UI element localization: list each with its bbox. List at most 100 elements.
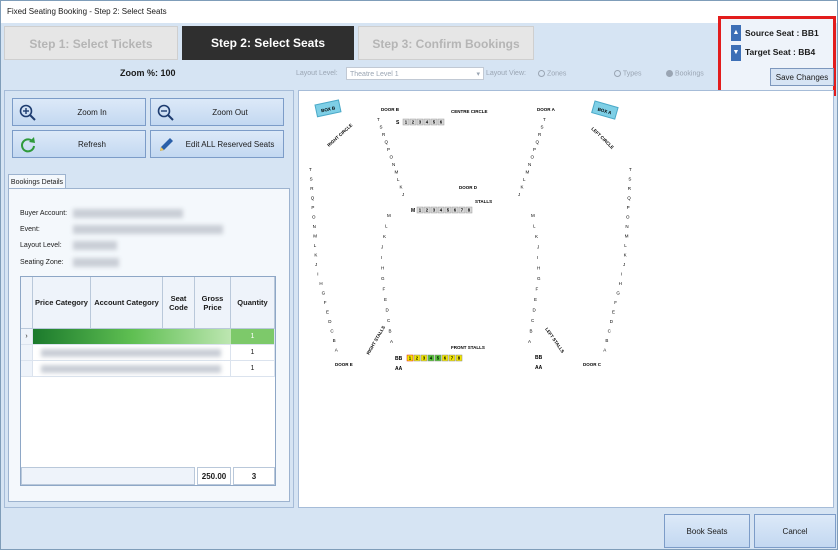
edit-reserved-seats-button[interactable]: Edit ALL Reserved Seats [150, 130, 284, 158]
row-letter: Q [311, 196, 315, 201]
layout-level-select[interactable]: Theatre Level 1 ▾ [346, 67, 484, 80]
row-letter: J [623, 262, 625, 267]
row-letter: L [523, 177, 526, 182]
row-letter: Q [536, 140, 540, 145]
table-cell-quantity[interactable]: 1 [231, 361, 275, 377]
row-letter: L [624, 243, 627, 248]
zoom-out-label: Zoom Out [212, 108, 248, 117]
tab-step-1[interactable]: Step 1: Select Tickets [4, 26, 178, 60]
zoom-out-button[interactable]: Zoom Out [150, 98, 284, 126]
view-option-zones[interactable]: Zones [538, 70, 566, 77]
col-quantity[interactable]: Quantity [231, 277, 275, 329]
col-seat-code[interactable]: Seat Code [163, 277, 195, 329]
row-letter: N [528, 162, 531, 167]
buyer-account-label: Buyer Account: [20, 210, 68, 217]
cancel-button[interactable]: Cancel [754, 514, 836, 548]
row-letter: K [535, 234, 538, 239]
row-letter: G [616, 291, 620, 296]
box-a[interactable]: BOX A [591, 100, 619, 120]
row-letter: E [384, 297, 387, 302]
door-a-label: DOOR A [537, 107, 556, 112]
row-letter: L [533, 224, 536, 229]
row-letter: M [313, 234, 317, 239]
zoom-in-button[interactable]: Zoom In [12, 98, 146, 126]
refresh-button[interactable]: Refresh [12, 130, 146, 158]
target-seat-label: Target Seat : BB4 [745, 47, 816, 57]
row-letter: T [629, 167, 632, 172]
row-letter: O [390, 155, 394, 160]
row-letter: J [402, 192, 404, 197]
row-letter: O [531, 155, 535, 160]
row-letter: F [383, 287, 386, 292]
row-letter: B [605, 338, 608, 343]
refresh-label: Refresh [77, 140, 106, 149]
book-seats-button[interactable]: Book Seats [664, 514, 750, 548]
row-letter: H [619, 281, 622, 286]
row-selector-icon[interactable]: › [21, 329, 33, 345]
col-account-category[interactable]: Account Category [91, 277, 163, 329]
table-row-selected[interactable] [33, 329, 231, 345]
total-price: 250.00 [197, 467, 231, 485]
table-footer [21, 467, 195, 485]
col-price-category[interactable]: Price Category [33, 277, 91, 329]
door-e-label: DOOR E [335, 362, 353, 367]
source-seat-label: Source Seat : BB1 [745, 28, 819, 38]
row-letter: M [526, 170, 530, 175]
row-selector[interactable] [21, 345, 33, 361]
table-cell-quantity[interactable]: 1 [231, 329, 275, 345]
table-row[interactable] [33, 345, 231, 361]
row-letter: A [603, 348, 606, 353]
table-cell-quantity[interactable]: 1 [231, 345, 275, 361]
row-letter: E [612, 310, 615, 315]
row-letters: TSRQPONMLKJIHGFEDCBATSRQPONMLKJIHGFEDCBA… [309, 117, 632, 353]
save-changes-button[interactable]: Save Changes [770, 68, 834, 86]
zoom-percent-label: Zoom %: 100 [120, 68, 176, 78]
view-option-bookings[interactable]: Bookings [666, 70, 704, 77]
box-b[interactable]: BOX B [314, 99, 342, 118]
seating-map-panel[interactable]: BOX B BOX A DOOR B CENTRE CIRCLE DOOR A … [298, 90, 834, 508]
row-letter: T [543, 117, 546, 122]
row-letter: K [400, 185, 403, 190]
row-letter: T [309, 167, 312, 172]
radio-icon [614, 70, 621, 77]
row-letter: C [387, 318, 391, 323]
row-letter: K [521, 185, 524, 190]
scroll-down-icon[interactable]: ▼ [731, 45, 741, 61]
scroll-up-icon[interactable]: ▲ [731, 25, 741, 41]
row-letter: K [624, 253, 627, 258]
seating-map[interactable]: BOX B BOX A DOOR B CENTRE CIRCLE DOOR A … [299, 91, 833, 507]
zoom-in-icon [19, 104, 36, 121]
row-letter: H [319, 281, 322, 286]
bookings-table: Price Category Account Category Seat Cod… [20, 276, 276, 486]
row-letter: N [625, 224, 628, 229]
tab-step-2[interactable]: Step 2: Select Seats [182, 26, 354, 60]
tab-step-3[interactable]: Step 3: Confirm Bookings [358, 26, 534, 60]
row-letter: K [314, 253, 317, 258]
right-circle-label: RIGHT CIRCLE [326, 123, 353, 148]
row-letter: J [518, 192, 520, 197]
row-aa-label-right: AA [535, 365, 543, 371]
centre-circle-label: CENTRE CIRCLE [451, 109, 488, 114]
row-selector[interactable] [21, 361, 33, 377]
row-letter: B [530, 329, 533, 334]
zoom-out-icon [157, 104, 174, 121]
table-row[interactable] [33, 361, 231, 377]
total-quantity: 3 [233, 467, 275, 485]
row-letter: R [310, 186, 314, 191]
view-option-types[interactable]: Types [614, 70, 642, 77]
row-letter: F [324, 300, 327, 305]
row-letter: L [314, 243, 317, 248]
row-letter: K [383, 234, 386, 239]
row-header-column [21, 277, 33, 329]
row-letter: D [386, 308, 390, 313]
radio-selected-icon [666, 70, 673, 77]
row-letter: I [317, 272, 318, 277]
tab-bookings-details[interactable]: Bookings Details [8, 174, 66, 189]
row-letter: D [328, 319, 332, 324]
redacted-value [73, 225, 223, 234]
row-letter: Q [385, 140, 389, 145]
row-letter: S [310, 177, 313, 182]
col-gross-price[interactable]: Gross Price [195, 277, 231, 329]
row-letter: M [531, 213, 535, 218]
front-stalls-seats[interactable]: 12345678 [406, 354, 463, 362]
